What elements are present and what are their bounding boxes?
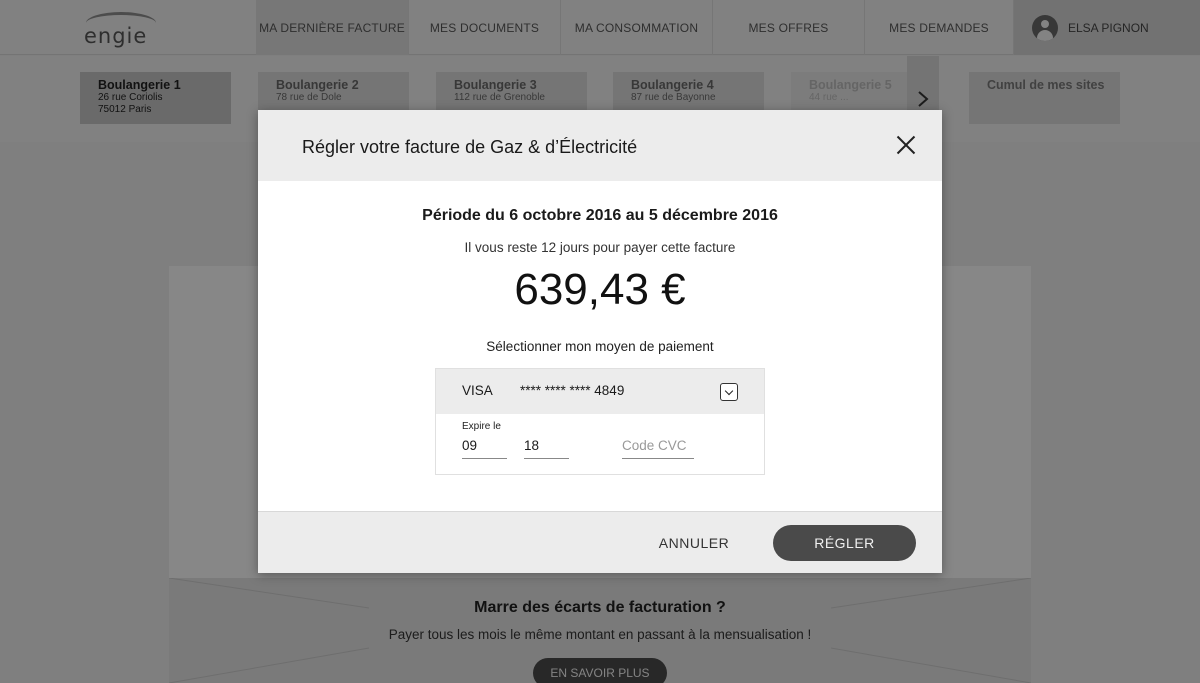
modal-title: Régler votre facture de Gaz & d’Électric… (302, 137, 638, 157)
expiry-month-field[interactable] (462, 433, 507, 459)
cvc-field[interactable] (622, 433, 694, 459)
payment-method-box: VISA **** **** **** 4849 Expire le (435, 368, 765, 475)
days-remaining-text: Il vous reste 12 jours pour payer cette … (464, 240, 736, 255)
chevron-down-icon[interactable] (720, 383, 738, 401)
expire-label: Expire le (462, 421, 501, 432)
expiry-year-field[interactable] (524, 433, 569, 459)
invoice-amount: 639,43 € (514, 265, 686, 314)
card-brand: VISA (462, 383, 493, 398)
close-icon[interactable] (896, 135, 916, 155)
billing-period: Période du 6 octobre 2016 au 5 décembre … (422, 207, 778, 224)
payment-method-label: Sélectionner mon moyen de paiement (486, 339, 714, 354)
modal-footer: ANNULER RÉGLER (258, 511, 942, 573)
payment-modal: Régler votre facture de Gaz & d’Électric… (258, 110, 942, 573)
cancel-button[interactable]: ANNULER (644, 525, 744, 561)
pay-button[interactable]: RÉGLER (773, 525, 916, 561)
modal-header: Régler votre facture de Gaz & d’Électric… (258, 110, 942, 181)
card-number: **** **** **** 4849 (520, 383, 625, 398)
card-selector[interactable]: VISA **** **** **** 4849 (436, 369, 764, 414)
